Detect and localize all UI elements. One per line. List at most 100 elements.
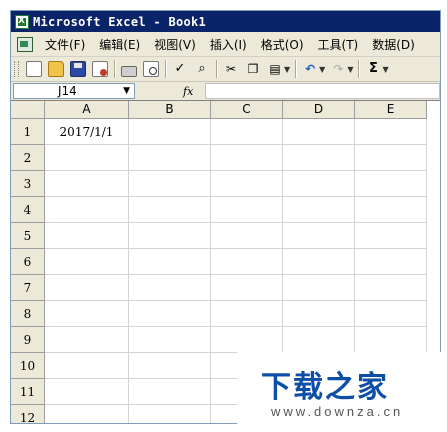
toolbar-grip[interactable] xyxy=(14,61,19,77)
row-header[interactable]: 8 xyxy=(11,301,45,327)
cell-B5[interactable] xyxy=(129,223,211,249)
row-header[interactable]: 10 xyxy=(11,353,45,379)
name-box[interactable]: J14 ▼ xyxy=(13,83,135,99)
cell-D5[interactable] xyxy=(283,223,355,249)
new-document-icon[interactable] xyxy=(26,61,42,77)
paste-icon[interactable]: ▤ xyxy=(267,61,283,77)
cell-A9[interactable] xyxy=(45,327,129,353)
cell-E3[interactable] xyxy=(355,171,427,197)
cell-C8[interactable] xyxy=(211,301,283,327)
cell-B11[interactable] xyxy=(129,379,211,405)
spelling-icon[interactable]: ✓ xyxy=(172,61,188,77)
cell-C9[interactable] xyxy=(211,327,283,353)
cell-E9[interactable] xyxy=(355,327,427,353)
undo-dropdown-icon[interactable]: ▼ xyxy=(319,65,325,74)
autosum-dropdown-icon[interactable]: ▼ xyxy=(382,65,388,74)
cell-C3[interactable] xyxy=(211,171,283,197)
permission-icon[interactable] xyxy=(92,61,108,77)
menu-format[interactable]: 格式(O) xyxy=(255,36,312,53)
cell-E6[interactable] xyxy=(355,249,427,275)
column-header[interactable]: D xyxy=(283,101,355,119)
workbook-icon[interactable] xyxy=(17,36,33,52)
row-header[interactable]: 1 xyxy=(11,119,45,145)
menu-tools[interactable]: 工具(T) xyxy=(312,36,367,53)
row-header[interactable]: 4 xyxy=(11,197,45,223)
cell-A10[interactable] xyxy=(45,353,129,379)
undo-icon[interactable]: ↶ xyxy=(302,61,318,77)
cell-D8[interactable] xyxy=(283,301,355,327)
menu-insert[interactable]: 插入(I) xyxy=(204,36,255,53)
cell-E4[interactable] xyxy=(355,197,427,223)
row-header[interactable]: 5 xyxy=(11,223,45,249)
chevron-down-icon[interactable]: ▼ xyxy=(123,84,130,98)
cell-A3[interactable] xyxy=(45,171,129,197)
research-icon[interactable]: ⌕ xyxy=(194,61,210,77)
cell-C4[interactable] xyxy=(211,197,283,223)
cell-B1[interactable] xyxy=(129,119,211,145)
insert-function-icon[interactable]: fx xyxy=(183,85,193,98)
open-folder-icon[interactable] xyxy=(48,61,64,77)
excel-app-icon[interactable] xyxy=(15,14,29,29)
cell-A12[interactable] xyxy=(45,405,129,423)
column-header[interactable]: E xyxy=(355,101,427,119)
column-header[interactable]: C xyxy=(211,101,283,119)
row-header[interactable]: 12 xyxy=(11,405,45,423)
cell-A1[interactable]: 2017/1/1 xyxy=(45,119,129,145)
autosum-icon[interactable]: Σ xyxy=(365,61,381,77)
cell-D7[interactable] xyxy=(283,275,355,301)
column-header[interactable]: B xyxy=(129,101,211,119)
formula-input[interactable] xyxy=(205,83,440,99)
cell-C2[interactable] xyxy=(211,145,283,171)
paste-dropdown-icon[interactable]: ▼ xyxy=(284,65,290,74)
select-all-corner[interactable] xyxy=(11,101,45,119)
cell-C5[interactable] xyxy=(211,223,283,249)
cell-B4[interactable] xyxy=(129,197,211,223)
cell-E1[interactable] xyxy=(355,119,427,145)
cell-B7[interactable] xyxy=(129,275,211,301)
row-header[interactable]: 2 xyxy=(11,145,45,171)
row-header[interactable]: 7 xyxy=(11,275,45,301)
cell-B10[interactable] xyxy=(129,353,211,379)
menu-view[interactable]: 视图(V) xyxy=(148,36,204,53)
save-icon[interactable] xyxy=(70,61,86,77)
cell-B8[interactable] xyxy=(129,301,211,327)
cell-D6[interactable] xyxy=(283,249,355,275)
row-header[interactable]: 11 xyxy=(11,379,45,405)
cell-B6[interactable] xyxy=(129,249,211,275)
menu-file[interactable]: 文件(F) xyxy=(39,36,93,53)
cell-A8[interactable] xyxy=(45,301,129,327)
column-header[interactable]: A xyxy=(45,101,129,119)
row-header[interactable]: 9 xyxy=(11,327,45,353)
cell-B2[interactable] xyxy=(129,145,211,171)
row-header[interactable]: 6 xyxy=(11,249,45,275)
cell-A11[interactable] xyxy=(45,379,129,405)
row-header[interactable]: 3 xyxy=(11,171,45,197)
cell-B9[interactable] xyxy=(129,327,211,353)
cell-E7[interactable] xyxy=(355,275,427,301)
cell-E2[interactable] xyxy=(355,145,427,171)
cell-A6[interactable] xyxy=(45,249,129,275)
cell-E8[interactable] xyxy=(355,301,427,327)
cell-C7[interactable] xyxy=(211,275,283,301)
menu-data[interactable]: 数据(D) xyxy=(366,36,423,53)
cell-D9[interactable] xyxy=(283,327,355,353)
cell-A7[interactable] xyxy=(45,275,129,301)
cell-D3[interactable] xyxy=(283,171,355,197)
cell-E5[interactable] xyxy=(355,223,427,249)
cell-D1[interactable] xyxy=(283,119,355,145)
cell-A4[interactable] xyxy=(45,197,129,223)
print-icon[interactable] xyxy=(121,65,137,77)
print-preview-icon[interactable] xyxy=(143,61,159,77)
cell-B3[interactable] xyxy=(129,171,211,197)
cell-D4[interactable] xyxy=(283,197,355,223)
toolbar-separator xyxy=(165,60,166,78)
cut-icon[interactable]: ✂ xyxy=(223,61,239,77)
copy-icon[interactable]: ❐ xyxy=(245,61,261,77)
cell-A5[interactable] xyxy=(45,223,129,249)
cell-A2[interactable] xyxy=(45,145,129,171)
cell-B12[interactable] xyxy=(129,405,211,423)
cell-D2[interactable] xyxy=(283,145,355,171)
cell-C6[interactable] xyxy=(211,249,283,275)
cell-C1[interactable] xyxy=(211,119,283,145)
menu-edit[interactable]: 编辑(E) xyxy=(93,36,148,53)
